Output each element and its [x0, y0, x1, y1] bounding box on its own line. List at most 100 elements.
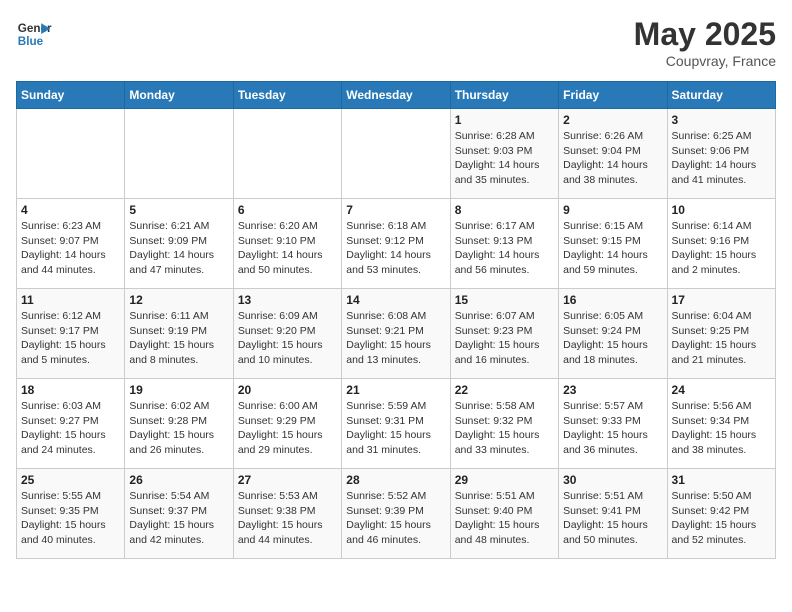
day-detail: Sunrise: 6:23 AMSunset: 9:07 PMDaylight:…	[21, 219, 120, 278]
day-number: 24	[672, 383, 771, 397]
calendar-day-cell: 19Sunrise: 6:02 AMSunset: 9:28 PMDayligh…	[125, 379, 233, 469]
calendar-day-cell: 2Sunrise: 6:26 AMSunset: 9:04 PMDaylight…	[559, 109, 667, 199]
day-detail: Sunrise: 6:17 AMSunset: 9:13 PMDaylight:…	[455, 219, 554, 278]
day-detail: Sunrise: 5:57 AMSunset: 9:33 PMDaylight:…	[563, 399, 662, 458]
calendar-day-cell: 20Sunrise: 6:00 AMSunset: 9:29 PMDayligh…	[233, 379, 341, 469]
logo: General Blue	[16, 16, 52, 52]
calendar-day-cell	[125, 109, 233, 199]
calendar-week-row: 1 Sunrise: 6:28 AMSunset: 9:03 PMDaylight…	[17, 109, 776, 199]
calendar-day-cell: 6 Sunrise: 6:20 AMSunset: 9:10 PMDaylight…	[233, 199, 341, 289]
calendar-day-cell: 9 Sunrise: 6:15 AMSunset: 9:15 PMDaylight…	[559, 199, 667, 289]
day-detail: Sunrise: 5:59 AMSunset: 9:31 PMDaylight:…	[346, 399, 445, 458]
calendar-day-cell: 29 Sunrise: 5:51 AMSunset: 9:40 PMDayligh…	[450, 469, 558, 559]
calendar-day-cell: 15 Sunrise: 6:07 AMSunset: 9:23 PMDayligh…	[450, 289, 558, 379]
calendar-day-cell: 4 Sunrise: 6:23 AMSunset: 9:07 PMDaylight…	[17, 199, 125, 289]
day-detail: Sunrise: 6:14 AMSunset: 9:16 PMDaylight:…	[672, 219, 771, 278]
page-header: General Blue May 2025 Coupvray, France	[16, 16, 776, 69]
day-detail: Sunrise: 5:51 AMSunset: 9:40 PMDaylight:…	[455, 489, 554, 548]
day-detail: Sunrise: 5:51 AMSunset: 9:41 PMDaylight:…	[563, 489, 662, 548]
day-number: 27	[238, 473, 337, 487]
day-number: 13	[238, 293, 337, 307]
day-number: 9	[563, 203, 662, 217]
day-of-week-header: Monday	[125, 82, 233, 109]
day-number: 21	[346, 383, 445, 397]
day-detail: Sunrise: 6:15 AMSunset: 9:15 PMDaylight:…	[563, 219, 662, 278]
day-number: 3	[672, 113, 771, 127]
day-detail: Sunrise: 6:04 AMSunset: 9:25 PMDaylight:…	[672, 309, 771, 368]
day-number: 22	[455, 383, 554, 397]
day-detail: Sunrise: 5:55 AMSunset: 9:35 PMDaylight:…	[21, 489, 120, 548]
calendar-day-cell: 26 Sunrise: 5:54 AMSunset: 9:37 PMDayligh…	[125, 469, 233, 559]
calendar-day-cell: 22Sunrise: 5:58 AMSunset: 9:32 PMDayligh…	[450, 379, 558, 469]
day-number: 26	[129, 473, 228, 487]
day-number: 12	[129, 293, 228, 307]
day-detail: Sunrise: 5:54 AMSunset: 9:37 PMDaylight:…	[129, 489, 228, 548]
day-detail: Sunrise: 6:00 AMSunset: 9:29 PMDaylight:…	[238, 399, 337, 458]
calendar-day-cell: 27 Sunrise: 5:53 AMSunset: 9:38 PMDayligh…	[233, 469, 341, 559]
day-of-week-header: Thursday	[450, 82, 558, 109]
calendar-day-cell: 13Sunrise: 6:09 AMSunset: 9:20 PMDayligh…	[233, 289, 341, 379]
day-number: 10	[672, 203, 771, 217]
day-detail: Sunrise: 6:28 AMSunset: 9:03 PMDaylight:…	[455, 129, 554, 188]
calendar-day-cell: 12Sunrise: 6:11 AMSunset: 9:19 PMDayligh…	[125, 289, 233, 379]
calendar-header-row: SundayMondayTuesdayWednesdayThursdayFrid…	[17, 82, 776, 109]
day-number: 4	[21, 203, 120, 217]
calendar-day-cell: 18 Sunrise: 6:03 AMSunset: 9:27 PMDayligh…	[17, 379, 125, 469]
calendar-day-cell: 11 Sunrise: 6:12 AMSunset: 9:17 PMDayligh…	[17, 289, 125, 379]
day-detail: Sunrise: 6:08 AMSunset: 9:21 PMDaylight:…	[346, 309, 445, 368]
calendar-day-cell: 25 Sunrise: 5:55 AMSunset: 9:35 PMDayligh…	[17, 469, 125, 559]
day-number: 8	[455, 203, 554, 217]
location: Coupvray, France	[634, 53, 776, 69]
day-number: 11	[21, 293, 120, 307]
month-title: May 2025	[634, 16, 776, 53]
day-detail: Sunrise: 6:05 AMSunset: 9:24 PMDaylight:…	[563, 309, 662, 368]
day-detail: Sunrise: 6:03 AMSunset: 9:27 PMDaylight:…	[21, 399, 120, 458]
calendar-day-cell: 5 Sunrise: 6:21 AMSunset: 9:09 PMDaylight…	[125, 199, 233, 289]
day-number: 19	[129, 383, 228, 397]
calendar-table: SundayMondayTuesdayWednesdayThursdayFrid…	[16, 81, 776, 559]
day-of-week-header: Sunday	[17, 82, 125, 109]
day-detail: Sunrise: 6:25 AMSunset: 9:06 PMDaylight:…	[672, 129, 771, 188]
calendar-week-row: 25 Sunrise: 5:55 AMSunset: 9:35 PMDayligh…	[17, 469, 776, 559]
day-detail: Sunrise: 6:12 AMSunset: 9:17 PMDaylight:…	[21, 309, 120, 368]
day-number: 15	[455, 293, 554, 307]
day-number: 6	[238, 203, 337, 217]
calendar-day-cell: 1 Sunrise: 6:28 AMSunset: 9:03 PMDaylight…	[450, 109, 558, 199]
day-detail: Sunrise: 6:26 AMSunset: 9:04 PMDaylight:…	[563, 129, 662, 188]
day-detail: Sunrise: 5:56 AMSunset: 9:34 PMDaylight:…	[672, 399, 771, 458]
calendar-day-cell: 3 Sunrise: 6:25 AMSunset: 9:06 PMDaylight…	[667, 109, 775, 199]
day-number: 5	[129, 203, 228, 217]
calendar-day-cell: 31Sunrise: 5:50 AMSunset: 9:42 PMDayligh…	[667, 469, 775, 559]
day-detail: Sunrise: 6:21 AMSunset: 9:09 PMDaylight:…	[129, 219, 228, 278]
day-detail: Sunrise: 5:52 AMSunset: 9:39 PMDaylight:…	[346, 489, 445, 548]
calendar-day-cell: 7Sunrise: 6:18 AMSunset: 9:12 PMDaylight…	[342, 199, 450, 289]
day-detail: Sunrise: 5:53 AMSunset: 9:38 PMDaylight:…	[238, 489, 337, 548]
day-detail: Sunrise: 5:50 AMSunset: 9:42 PMDaylight:…	[672, 489, 771, 548]
day-number: 25	[21, 473, 120, 487]
day-number: 18	[21, 383, 120, 397]
calendar-day-cell: 21 Sunrise: 5:59 AMSunset: 9:31 PMDayligh…	[342, 379, 450, 469]
calendar-day-cell: 10 Sunrise: 6:14 AMSunset: 9:16 PMDayligh…	[667, 199, 775, 289]
day-number: 14	[346, 293, 445, 307]
day-of-week-header: Wednesday	[342, 82, 450, 109]
title-block: May 2025 Coupvray, France	[634, 16, 776, 69]
day-detail: Sunrise: 6:07 AMSunset: 9:23 PMDaylight:…	[455, 309, 554, 368]
day-number: 29	[455, 473, 554, 487]
calendar-day-cell: 14 Sunrise: 6:08 AMSunset: 9:21 PMDayligh…	[342, 289, 450, 379]
day-number: 1	[455, 113, 554, 127]
day-detail: Sunrise: 6:20 AMSunset: 9:10 PMDaylight:…	[238, 219, 337, 278]
logo-icon: General Blue	[16, 16, 52, 52]
calendar-day-cell	[342, 109, 450, 199]
day-detail: Sunrise: 6:18 AMSunset: 9:12 PMDaylight:…	[346, 219, 445, 278]
day-number: 23	[563, 383, 662, 397]
calendar-day-cell: 28Sunrise: 5:52 AMSunset: 9:39 PMDayligh…	[342, 469, 450, 559]
day-of-week-header: Saturday	[667, 82, 775, 109]
day-number: 30	[563, 473, 662, 487]
calendar-week-row: 18 Sunrise: 6:03 AMSunset: 9:27 PMDayligh…	[17, 379, 776, 469]
calendar-body: 1 Sunrise: 6:28 AMSunset: 9:03 PMDaylight…	[17, 109, 776, 559]
calendar-day-cell: 23 Sunrise: 5:57 AMSunset: 9:33 PMDayligh…	[559, 379, 667, 469]
calendar-week-row: 11 Sunrise: 6:12 AMSunset: 9:17 PMDayligh…	[17, 289, 776, 379]
calendar-day-cell: 17Sunrise: 6:04 AMSunset: 9:25 PMDayligh…	[667, 289, 775, 379]
calendar-day-cell	[233, 109, 341, 199]
calendar-day-cell: 16Sunrise: 6:05 AMSunset: 9:24 PMDayligh…	[559, 289, 667, 379]
